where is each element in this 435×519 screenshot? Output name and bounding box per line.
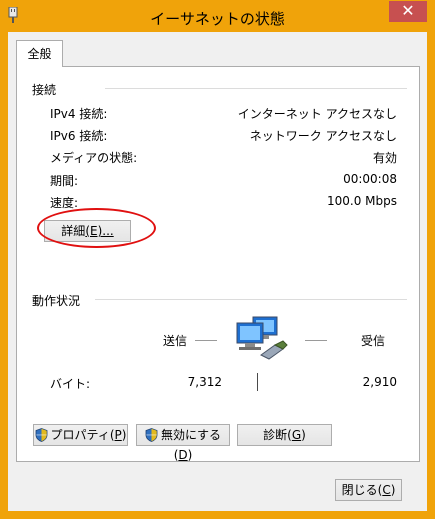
network-computers-icon [236,316,288,360]
received-label: 受信 [361,334,386,348]
disable-button[interactable]: 無効にする(D) [136,424,230,462]
bytes-label: バイト: [50,377,91,391]
details-button[interactable]: 詳細(E)... [44,220,131,242]
general-panel: 接続 IPv4 接続: インターネット アクセスなし IPv6 接続: ネットワ… [16,66,420,462]
tab-general[interactable]: 全般 [16,40,63,67]
details-button-accel: (E)... [85,224,114,238]
details-button-label: 詳細 [61,224,86,238]
received-connector-line [305,340,327,341]
media-state-value: 有効 [372,151,397,165]
ipv6-label: IPv6 接続: [50,129,108,143]
client-area: 全般 接続 IPv4 接続: インターネット アクセスなし IPv6 接続: ネ… [8,32,427,511]
close-button-accel: C [382,483,391,497]
title-bar[interactable]: イーサネットの状態 ✕ [1,1,434,32]
diagnose-button-accel: G [291,428,302,442]
disable-button-label: 無効にする [160,428,222,442]
diagnose-button-label: 診断 [263,428,288,442]
speed-label: 速度: [50,196,79,210]
activity-group-title: 動作状況 [32,294,81,308]
dialog-window: イーサネットの状態 ✕ 全般 接続 IPv4 接続: インターネット アクセスな… [0,0,435,519]
window-close-button[interactable]: ✕ [389,1,427,22]
disable-button-accel: D [178,448,188,462]
ipv4-label: IPv4 接続: [50,107,108,121]
media-state-label: メディアの状態: [50,151,138,165]
sent-connector-line [195,340,217,341]
bytes-received-value: 2,910 [362,375,397,389]
duration-label: 期間: [50,174,79,188]
bytes-sent-value: 7,312 [187,375,222,389]
close-button[interactable]: 閉じる(C) [335,479,402,501]
close-button-label: 閉じる [341,483,378,497]
properties-button[interactable]: プロパティ(P) [33,424,128,446]
ipv6-value: ネットワーク アクセスなし [249,129,397,143]
sent-label: 送信 [163,334,188,348]
connection-group-title: 接続 [32,83,57,97]
bytes-separator [257,373,258,391]
uac-shield-icon [145,428,158,442]
connection-group-line [105,88,407,89]
properties-button-accel: P [114,428,122,442]
window-title: イーサネットの状態 [150,10,285,28]
uac-shield-icon [35,428,47,442]
diagnose-button[interactable]: 診断(G) [237,424,332,446]
properties-button-label: プロパティ [50,428,110,442]
duration-value: 00:00:08 [343,172,397,186]
activity-group-line [95,299,407,300]
speed-value: 100.0 Mbps [326,194,397,208]
ipv4-value: インターネット アクセスなし [237,107,397,121]
